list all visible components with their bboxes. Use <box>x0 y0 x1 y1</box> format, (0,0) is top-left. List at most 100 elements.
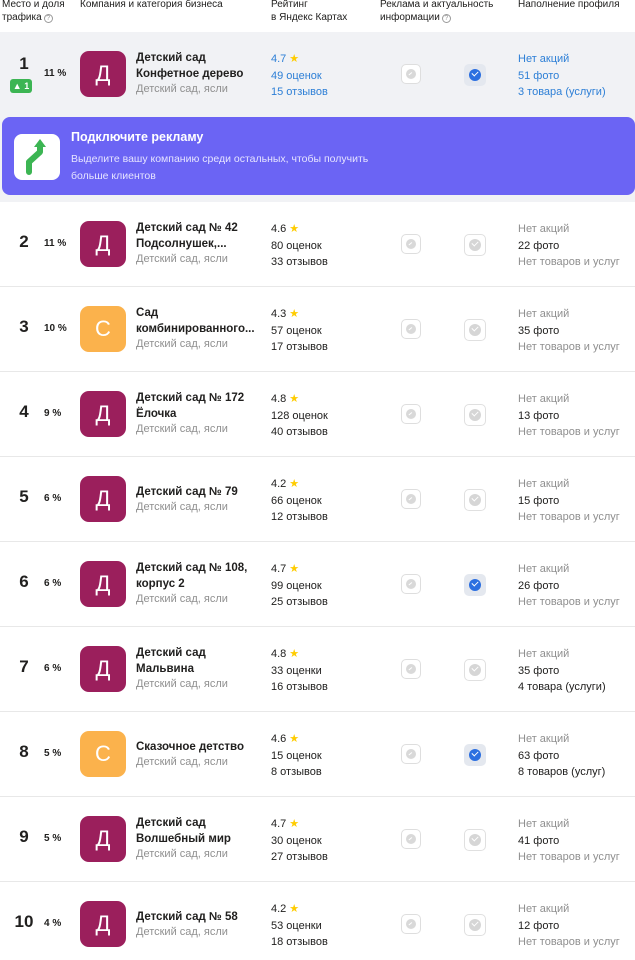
verified-check-icon[interactable] <box>464 744 486 766</box>
ad-badge-icon[interactable] <box>401 829 421 849</box>
company-avatar[interactable]: С <box>80 731 126 777</box>
header-company: Компания и категория бизнеса <box>80 0 223 10</box>
table-row[interactable]: 6 6 % Д Детский сад № 108, корпус 2 Детс… <box>0 542 635 627</box>
verified-check-icon[interactable] <box>464 64 486 86</box>
rank-number: 9 <box>19 827 29 846</box>
verified-check-icon[interactable] <box>464 319 486 341</box>
company-name[interactable]: Детский сад № 108, корпус 2 <box>136 560 258 592</box>
goods-count: Нет товаров и услуг <box>518 511 620 523</box>
company-avatar[interactable]: Д <box>80 561 126 607</box>
ad-promo-banner[interactable]: Подключите рекламу Выделите вашу компани… <box>0 117 635 202</box>
promo-text: Выделите вашу компанию среди остальных, … <box>71 153 369 182</box>
company-name[interactable]: Детский сад Мальвина <box>136 645 258 677</box>
promotions-status: Нет акций <box>518 818 570 830</box>
verified-check-icon[interactable] <box>464 404 486 426</box>
reviews-count: 33 отзывов <box>271 256 328 268</box>
promotions-status: Нет акций <box>518 563 570 575</box>
ad-badge-icon[interactable] <box>401 489 421 509</box>
reviews-count[interactable]: 15 отзывов <box>271 84 328 101</box>
ratings-count[interactable]: 49 оценок <box>271 68 328 85</box>
traffic-share: 5 % <box>44 748 62 759</box>
verified-check-icon[interactable] <box>464 914 486 936</box>
reviews-count: 40 отзывов <box>271 426 328 438</box>
company-name[interactable]: Детский сад Конфетное дерево <box>136 50 258 82</box>
rating-value: 4.6 <box>271 733 287 745</box>
table-row[interactable]: 7 6 % Д Детский сад Мальвина Детский сад… <box>0 627 635 712</box>
photos-count: 13 фото <box>518 409 560 422</box>
promotions-status[interactable]: Нет акций <box>518 51 606 68</box>
photos-count[interactable]: 51 фото <box>518 68 606 85</box>
help-icon[interactable]: ? <box>441 14 451 23</box>
profile-fill-block: Нет акций 15 фото Нет товаров и услуг <box>518 476 620 526</box>
table-row[interactable]: 5 6 % Д Детский сад № 79 Детский сад, яс… <box>0 457 635 542</box>
goods-count: Нет товаров и услуг <box>518 936 620 948</box>
ad-badge-icon[interactable] <box>401 914 421 934</box>
table-row[interactable]: 8 5 % С Сказочное детство Детский сад, я… <box>0 712 635 797</box>
goods-count[interactable]: 3 товара (услуги) <box>518 84 606 101</box>
company-avatar[interactable]: С <box>80 306 126 352</box>
ad-badge-icon[interactable] <box>401 659 421 679</box>
verified-check-icon[interactable] <box>464 829 486 851</box>
star-icon: ★ <box>289 563 300 575</box>
company-category: Детский сад, ясли <box>136 593 228 605</box>
verified-check-icon[interactable] <box>464 659 486 681</box>
traffic-share: 9 % <box>44 408 62 419</box>
photos-count: 12 фото <box>518 919 560 932</box>
ad-badge-icon[interactable] <box>401 404 421 424</box>
company-name[interactable]: Детский сад № 58 <box>136 909 258 925</box>
verified-check-icon[interactable] <box>464 234 486 256</box>
table-row[interactable]: 4 9 % Д Детский сад № 172 Ёлочка Детский… <box>0 372 635 457</box>
rating-block: 4.7 ★ 30 оценок 27 отзывов <box>271 816 328 866</box>
traffic-share: 11 % <box>44 238 67 249</box>
reviews-count: 12 отзывов <box>271 511 328 523</box>
table-row[interactable]: 3 10 % С Сад комбинированного... Детский… <box>0 287 635 372</box>
header-rating-line2: в Яндекс Картах <box>271 12 348 23</box>
ratings-count: 80 оценок <box>271 239 322 252</box>
company-category: Детский сад, ясли <box>136 926 228 938</box>
company-name[interactable]: Сказочное детство <box>136 739 258 755</box>
ad-badge-icon[interactable] <box>401 744 421 764</box>
table-row[interactable]: 10 4 % Д Детский сад № 58 Детский сад, я… <box>0 882 635 960</box>
company-avatar[interactable]: Д <box>80 816 126 862</box>
table-row[interactable]: 1 ▲ 1 11 % Д Детский сад Конфетное дерев… <box>0 32 635 117</box>
rating-value: 4.6 <box>271 223 287 235</box>
company-avatar[interactable]: Д <box>80 51 126 97</box>
ad-badge-icon[interactable] <box>401 64 421 84</box>
company-avatar[interactable]: Д <box>80 901 126 947</box>
table-row[interactable]: 9 5 % Д Детский сад Волшебный мир Детски… <box>0 797 635 882</box>
company-name[interactable]: Сад комбинированного... <box>136 305 258 337</box>
table-row[interactable]: 2 11 % Д Детский сад № 42 Подсолнушек,..… <box>0 202 635 287</box>
company-name[interactable]: Детский сад № 172 Ёлочка <box>136 390 258 422</box>
company-name[interactable]: Детский сад № 79 <box>136 484 258 500</box>
header-ads-line1: Реклама и актуальность <box>380 0 494 10</box>
company-avatar[interactable]: Д <box>80 646 126 692</box>
rank-number: 10 <box>14 912 34 931</box>
company-avatar[interactable]: Д <box>80 391 126 437</box>
verified-check-icon[interactable] <box>464 574 486 596</box>
profile-fill-block: Нет акций 35 фото Нет товаров и услуг <box>518 306 620 356</box>
rating-value: 4.2 <box>271 903 287 915</box>
star-icon: ★ <box>289 53 300 65</box>
company-avatar[interactable]: Д <box>80 221 126 267</box>
company-name[interactable]: Детский сад № 42 Подсолнушек,... <box>136 220 258 252</box>
ratings-count: 66 оценок <box>271 494 322 507</box>
traffic-share: 5 % <box>44 833 62 844</box>
header-rating: Рейтинг в Яндекс Картах <box>271 0 347 24</box>
promo-card[interactable]: Подключите рекламу Выделите вашу компани… <box>2 117 635 195</box>
rating-block: 4.8 ★ 33 оценки 16 отзывов <box>271 646 328 696</box>
ad-badge-icon[interactable] <box>401 319 421 339</box>
ad-badge-icon[interactable] <box>401 574 421 594</box>
header-place: Место и доля трафика? <box>2 0 65 24</box>
company-name[interactable]: Детский сад Волшебный мир <box>136 815 258 847</box>
rating-block: 4.7 ★ 99 оценок 25 отзывов <box>271 561 328 611</box>
reviews-count: 25 отзывов <box>271 596 328 608</box>
help-icon[interactable]: ? <box>43 14 53 23</box>
rating-value: 4.3 <box>271 308 287 320</box>
company-category: Детский сад, ясли <box>136 338 228 350</box>
photos-count: 26 фото <box>518 579 560 592</box>
header-rating-line1: Рейтинг <box>271 0 308 10</box>
promotions-status: Нет акций <box>518 903 570 915</box>
ad-badge-icon[interactable] <box>401 234 421 254</box>
verified-check-icon[interactable] <box>464 489 486 511</box>
company-avatar[interactable]: Д <box>80 476 126 522</box>
